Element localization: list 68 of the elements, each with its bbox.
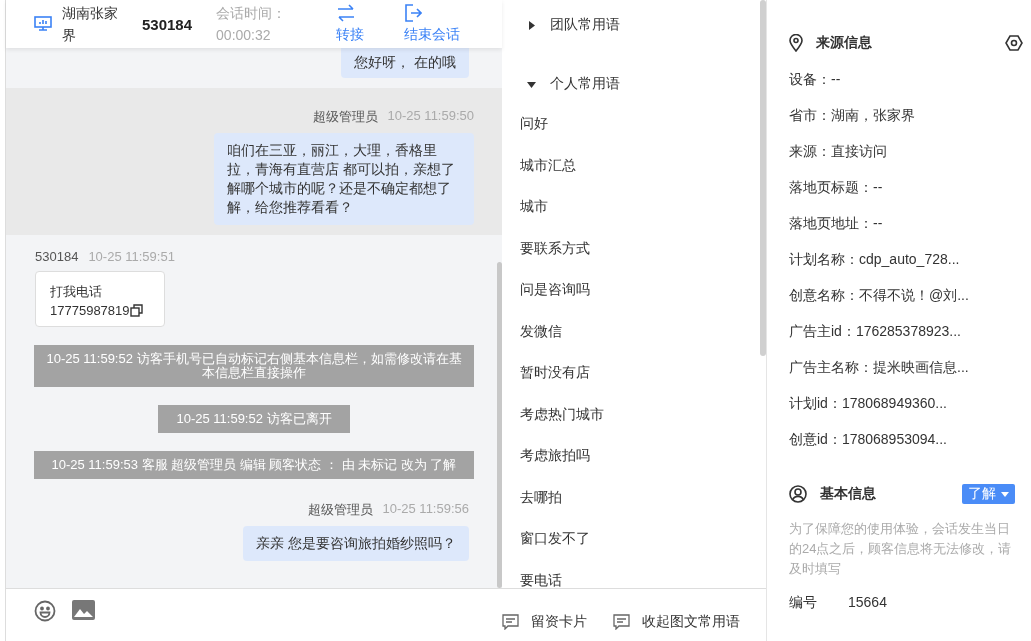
caret-icon bbox=[1001, 491, 1009, 497]
scrollbar[interactable] bbox=[760, 0, 766, 356]
sender-name: 超级管理员 bbox=[307, 501, 373, 519]
session-time: 00:00:32 bbox=[216, 27, 271, 43]
info-field: 来源：直接访问 bbox=[789, 141, 1031, 161]
emoji-icon[interactable] bbox=[34, 600, 56, 622]
visitor-id: 530184 bbox=[142, 15, 193, 33]
caret-icon bbox=[527, 20, 536, 30]
monitor-icon bbox=[34, 16, 52, 32]
comment-icon bbox=[502, 613, 519, 630]
phrase-item[interactable]: 考虑热门城市 bbox=[520, 403, 604, 425]
transfer-icon bbox=[336, 4, 357, 22]
section-title: 来源信息 bbox=[816, 34, 872, 52]
info-field: 省市：湖南，张家界 bbox=[789, 105, 1031, 125]
info-field: 创意名称：不得不说！@刘... bbox=[789, 285, 1031, 305]
lead-card-button[interactable]: 留资卡片 bbox=[502, 602, 587, 641]
system-message: 10-25 11:59:52 访客已离开 bbox=[158, 405, 350, 433]
info-field: 广告主id：176285378923... bbox=[789, 321, 1031, 341]
phrase-item[interactable]: 暂时没有店 bbox=[520, 362, 590, 383]
image-icon[interactable] bbox=[72, 600, 95, 620]
location-pin-icon bbox=[789, 34, 803, 52]
comment-icon bbox=[613, 613, 630, 630]
phrase-item[interactable]: 问好 bbox=[520, 113, 548, 134]
phrase-item[interactable]: 发微信 bbox=[520, 320, 562, 342]
scrollbar[interactable] bbox=[497, 262, 502, 588]
system-message: 10-25 11:59:52 访客手机号已自动标记右侧基本信息栏，如需修改请在基本信息栏直接操作 bbox=[34, 345, 474, 387]
user-icon bbox=[789, 485, 807, 503]
transfer-button[interactable]: 转接 bbox=[336, 4, 365, 44]
phrase-group[interactable]: 团队常用语 bbox=[520, 15, 620, 35]
visitor-location: 湖南张家界 bbox=[62, 4, 119, 45]
phrase-item[interactable]: 要联系方式 bbox=[520, 237, 590, 259]
info-field: 设备：-- bbox=[789, 69, 1031, 89]
caret-icon bbox=[527, 79, 536, 89]
sender-name: 超级管理员 bbox=[312, 108, 378, 126]
info-field: 落地页标题：-- bbox=[789, 177, 1031, 197]
info-field: 广告主名称：提米映画信息... bbox=[789, 357, 1031, 377]
message-time: 10-25 11:59:51 bbox=[88, 249, 175, 264]
info-field: 落地页地址：-- bbox=[789, 213, 1031, 233]
phone-number: 17775987819 bbox=[50, 302, 130, 320]
phrase-item[interactable]: 城市汇总 bbox=[520, 154, 576, 176]
phrase-group[interactable]: 个人常用语 bbox=[520, 74, 620, 94]
copy-icon[interactable] bbox=[129, 304, 143, 317]
phrase-item[interactable]: 考虑旅拍吗 bbox=[520, 445, 590, 466]
message-time: 10-25 11:59:50 bbox=[387, 108, 474, 125]
session-label: 会话时间： bbox=[216, 5, 287, 21]
sender-name: 530184 bbox=[35, 249, 79, 264]
phrase-item[interactable]: 要电话 bbox=[520, 569, 562, 588]
notice-text: 为了保障您的使用体验，会话发生当日的24点之后，顾客信息将无法修改，请及时填写 bbox=[789, 520, 1013, 578]
phrase-item[interactable]: 城市 bbox=[520, 196, 548, 217]
field-label: 编号 bbox=[789, 594, 818, 612]
section-title: 基本信息 bbox=[820, 485, 876, 503]
card-text: 打我电话 bbox=[50, 283, 103, 301]
message-bubble: 您好呀， 在的哦 bbox=[341, 48, 469, 78]
message-bubble: 咱们在三亚，丽江，大理，香格里拉，青海有直营店 都可以拍，亲想了解哪个城市的呢？还是不确定都想了解，给您推荐看看？ bbox=[214, 133, 474, 225]
end-session-button[interactable]: 结束会话 bbox=[404, 4, 461, 44]
info-field: 创意id：178068953094... bbox=[789, 429, 1031, 449]
collapse-phrases-button[interactable]: 收起图文常用语 bbox=[613, 602, 740, 641]
system-message: 10-25 11:59:53 客服 超级管理员 编辑 顾客状态 ： 由 未标记 改为 了解 bbox=[34, 451, 474, 479]
phrase-item[interactable]: 问是咨询吗 bbox=[520, 279, 590, 300]
message-bubble: 亲亲 您是要咨询旅拍婚纱照吗？ bbox=[243, 526, 469, 561]
phrase-item[interactable]: 窗口发不了 bbox=[520, 528, 590, 549]
message-time: 10-25 11:59:56 bbox=[382, 501, 469, 518]
field-value: 15664 bbox=[848, 594, 887, 612]
info-field: 计划名称：cdp_auto_728... bbox=[789, 249, 1031, 269]
exit-icon bbox=[404, 4, 423, 22]
settings-icon[interactable] bbox=[1005, 34, 1023, 52]
info-field: 计划id：178068949360... bbox=[789, 393, 1031, 413]
phrase-item[interactable]: 去哪拍 bbox=[520, 486, 562, 508]
